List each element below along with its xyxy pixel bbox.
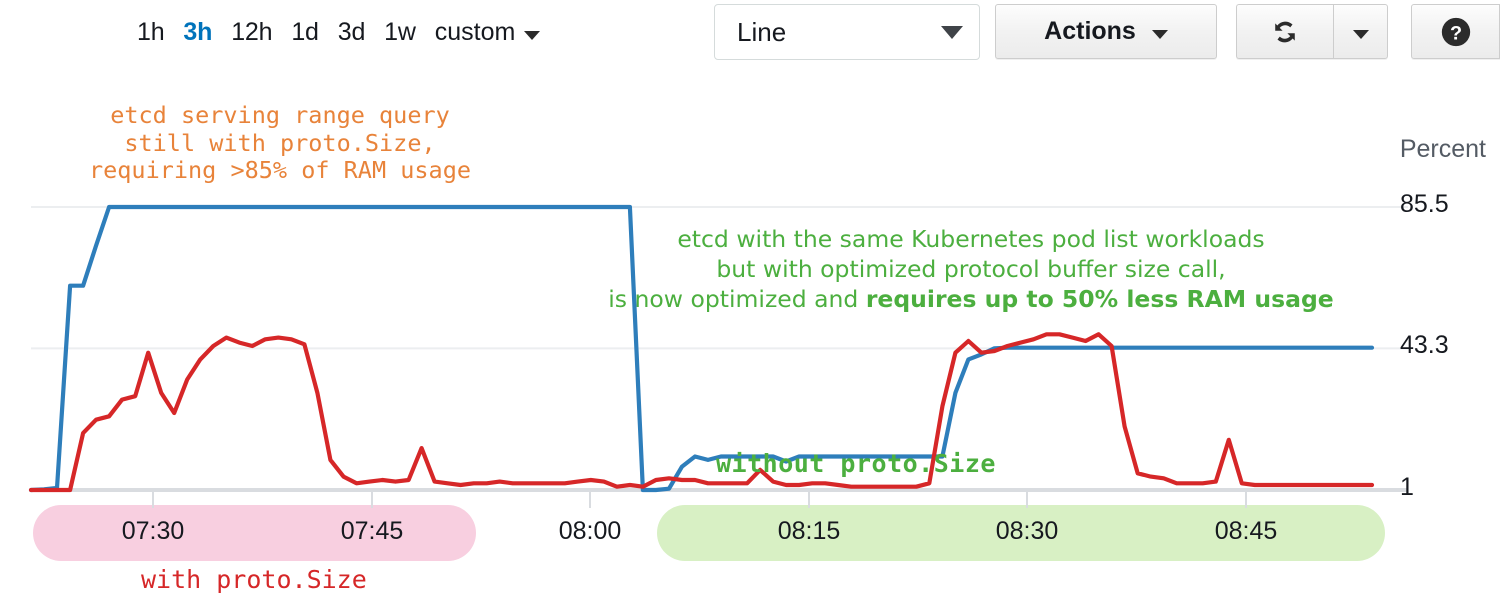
refresh-button[interactable] xyxy=(1236,4,1333,59)
refresh-options-button[interactable] xyxy=(1333,4,1388,59)
annotation-without-proto-size: without proto.Size xyxy=(716,449,996,479)
refresh-icon xyxy=(1268,15,1302,49)
annotation-optimized-line3: is now optimized and requires up to 50% … xyxy=(608,285,1333,313)
chart-type-value: Line xyxy=(737,17,941,48)
chart-toolbar: 1h 3h 12h 1d 3d 1w custom Line Actions xyxy=(0,0,1500,64)
annotation-optimized-line2: but with optimized protocol buffer size … xyxy=(716,255,1225,283)
chart-type-select[interactable]: Line xyxy=(714,4,980,60)
x-axis-tick-label: 08:45 xyxy=(1215,517,1278,546)
custom-range-label: custom xyxy=(435,18,516,47)
chevron-down-icon xyxy=(1353,30,1369,39)
time-range-1w[interactable]: 1w xyxy=(384,18,416,47)
x-axis-tick-label: 07:45 xyxy=(341,517,404,546)
custom-range-dropdown[interactable]: custom xyxy=(435,18,541,47)
x-axis-tick-label: 08:00 xyxy=(559,517,622,546)
annotation-optimized-line1: etcd with the same Kubernetes pod list w… xyxy=(677,225,1264,253)
x-axis-tick-label: 08:30 xyxy=(996,517,1059,546)
y-axis-title: Percent xyxy=(1400,135,1486,164)
help-icon: ? xyxy=(1439,15,1473,49)
cloudwatch-metrics-widget: 1h 3h 12h 1d 3d 1w custom Line Actions xyxy=(0,0,1500,606)
annotation-optimized-emphasis: requires up to 50% less RAM usage xyxy=(866,285,1334,313)
time-range-selector: 1h 3h 12h 1d 3d 1w xyxy=(137,18,416,47)
chevron-down-icon xyxy=(1152,30,1168,39)
time-range-12h[interactable]: 12h xyxy=(231,18,272,47)
time-range-1h[interactable]: 1h xyxy=(137,18,164,47)
actions-button[interactable]: Actions xyxy=(995,4,1217,59)
annotation-band-label-with-proto-size: with proto.Size xyxy=(141,565,367,595)
y-axis-tick-label: 85.5 xyxy=(1400,190,1449,219)
time-range-3h[interactable]: 3h xyxy=(183,18,212,47)
time-range-1d[interactable]: 1d xyxy=(291,18,318,47)
y-axis-tick-label: 43.3 xyxy=(1400,331,1449,360)
y-axis-tick-label: 1 xyxy=(1400,473,1414,502)
chevron-down-icon xyxy=(941,26,963,39)
chevron-down-icon xyxy=(524,31,540,40)
x-axis-tick-label: 07:30 xyxy=(122,517,185,546)
chart-area: Percent 85.5 43.3 1 07:30 07:45 08:00 08… xyxy=(0,64,1500,606)
annotation-optimized: etcd with the same Kubernetes pod list w… xyxy=(548,224,1394,314)
svg-text:?: ? xyxy=(1449,22,1461,44)
x-axis-tick-label: 08:15 xyxy=(778,517,841,546)
time-range-3d[interactable]: 3d xyxy=(338,18,365,47)
help-button[interactable]: ? xyxy=(1411,4,1500,59)
series-line-cpu-utilization xyxy=(31,334,1372,490)
actions-button-label: Actions xyxy=(1044,17,1136,46)
annotation-with-proto-size: etcd serving range query still with prot… xyxy=(60,102,500,185)
